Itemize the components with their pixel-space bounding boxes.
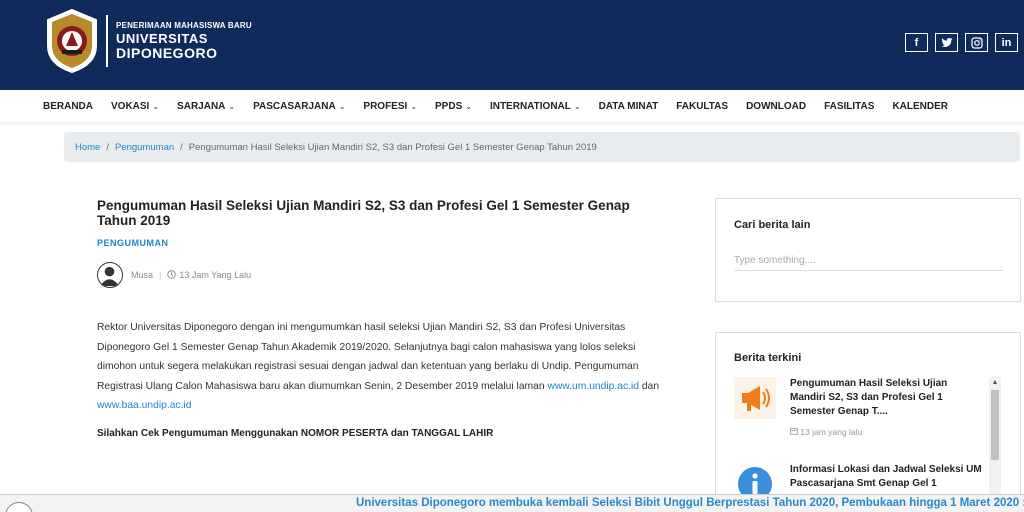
recent-news-item-time: 13 jam yang lalu (790, 427, 984, 437)
undip-seal-icon (47, 8, 97, 74)
article-body: Rektor Universitas Diponegoro dengan ini… (97, 318, 665, 416)
logo-divider (106, 15, 108, 67)
recent-news-item[interactable]: Pengumuman Hasil Seleksi Ujian Mandiri S… (734, 377, 984, 437)
nav-item-label: FAKULTAS (676, 100, 729, 112)
scroll-thumb[interactable] (991, 390, 999, 460)
baa-undip-link[interactable]: www.baa.undip.ac.id (97, 400, 191, 411)
twitter-icon[interactable] (935, 33, 958, 52)
nav-item-data-minat[interactable]: DATA MINAT (599, 101, 659, 112)
recent-news-title: Berita terkini (734, 352, 802, 364)
nav-item-beranda[interactable]: BERANDA (43, 101, 93, 112)
chevron-down-icon: ⌄ (410, 101, 418, 111)
um-undip-link[interactable]: www.um.undip.ac.id (547, 381, 639, 392)
meta-divider: | (159, 270, 162, 280)
nav-item-label: BERANDA (43, 100, 93, 112)
breadcrumb-separator: / (106, 141, 109, 153)
article-meta: Musa | 13 Jam Yang Lalu (97, 262, 667, 288)
chevron-down-icon: ⌄ (228, 101, 236, 111)
user-icon (99, 266, 120, 286)
breadcrumb-home-link[interactable]: Home (75, 142, 100, 153)
nav-item-fakultas[interactable]: FAKULTAS (676, 101, 728, 112)
nav-item-label: KALENDER (892, 100, 948, 112)
site-logo[interactable]: PENERIMAAN MAHASISWA BARU UNIVERSITAS DI… (44, 8, 252, 74)
nav-item-profesi[interactable]: PROFESI ⌄ (363, 101, 417, 112)
article-title: Pengumuman Hasil Seleksi Ujian Mandiri S… (97, 198, 630, 228)
article-category-link[interactable]: PENGUMUMAN (97, 238, 667, 248)
chevron-down-icon: ⌄ (573, 101, 581, 111)
nav-item-label: DOWNLOAD (746, 100, 807, 112)
recent-news-widget: Berita terkini Pengumuman Hasil Seleksi … (715, 332, 1021, 512)
check-instruction: Silahkan Cek Pengumuman Menggunakan NOMO… (97, 427, 494, 439)
nav-item-label: DATA MINAT (598, 100, 659, 112)
search-widget: Cari berita lain (715, 198, 1021, 302)
article-time: 13 Jam Yang Lalu (179, 270, 252, 280)
logo-line-3: DIPONEGORO (116, 45, 218, 61)
chevron-down-icon: ⌄ (152, 101, 160, 111)
ticker-logo-icon (5, 502, 33, 512)
instagram-icon[interactable] (965, 33, 988, 52)
search-input[interactable] (734, 251, 1004, 271)
search-widget-title: Cari berita lain (734, 219, 811, 231)
breadcrumb-separator: / (180, 141, 183, 153)
article-body-and: dan (639, 380, 660, 392)
author-avatar (97, 262, 123, 288)
logo-line-1: PENERIMAAN MAHASISWA BARU (116, 21, 252, 30)
nav-item-sarjana[interactable]: SARJANA ⌄ (177, 101, 235, 112)
chevron-down-icon: ⌄ (465, 101, 472, 111)
nav-item-ppds[interactable]: PPDS ⌄ (435, 101, 472, 112)
nav-item-label: INTERNATIONAL (489, 100, 571, 112)
nav-item-pascasarjana[interactable]: PASCASARJANA ⌄ (253, 101, 345, 112)
megaphone-icon (734, 377, 776, 419)
linkedin-icon[interactable]: in (995, 33, 1018, 52)
article: Pengumuman Hasil Seleksi Ujian Mandiri S… (97, 198, 667, 439)
nav-item-label: PROFESI (363, 100, 408, 112)
nav-item-fasilitas[interactable]: FASILITAS (824, 101, 874, 112)
recent-news-item-time-text: 13 jam yang lalu (800, 427, 863, 437)
chevron-down-icon: ⌄ (338, 101, 346, 111)
social-links: f in (905, 33, 1018, 52)
calendar-icon (790, 427, 798, 435)
main-nav: BERANDA VOKASI ⌄ SARJANA ⌄ PASCASARJANA ⌄ PROFE… (0, 90, 1024, 122)
nav-item-international[interactable]: INTERNATIONAL ⌄ (490, 101, 581, 112)
recent-news-item-title: Pengumuman Hasil Seleksi Ujian Mandiri S… (790, 378, 948, 417)
recent-news-scrollbar[interactable]: ▲ (989, 377, 1001, 512)
recent-news-item-title: Informasi Lokasi dan Jadwal Seleksi UM P… (790, 464, 982, 489)
breadcrumb-section-link[interactable]: Pengumuman (115, 142, 174, 153)
nav-item-label: PPDS (435, 100, 463, 112)
nav-item-label: SARJANA (177, 100, 226, 112)
logo-line-2: UNIVERSITAS (116, 31, 208, 46)
scroll-up-arrow-icon[interactable]: ▲ (989, 377, 1001, 389)
author-name: Musa (131, 270, 154, 280)
clock-icon (167, 269, 177, 281)
nav-item-download[interactable]: DOWNLOAD (746, 101, 806, 112)
nav-item-kalender[interactable]: KALENDER (892, 101, 948, 112)
nav-item-label: PASCASARJANA (253, 100, 336, 112)
facebook-icon[interactable]: f (905, 33, 928, 52)
nav-item-label: VOKASI (111, 100, 150, 112)
news-ticker: Universitas Diponegoro membuka kembali S… (0, 494, 1024, 512)
ticker-text[interactable]: Universitas Diponegoro membuka kembali S… (356, 497, 1024, 509)
breadcrumb: Home / Pengumuman / Pengumuman Hasil Sel… (64, 132, 1020, 162)
nav-item-label: FASILITAS (824, 100, 875, 112)
breadcrumb-current: Pengumuman Hasil Seleksi Ujian Mandiri S… (188, 141, 597, 153)
logo-text: PENERIMAAN MAHASISWA BARU UNIVERSITAS DI… (116, 21, 252, 61)
site-header: PENERIMAAN MAHASISWA BARU UNIVERSITAS DI… (0, 0, 1024, 90)
nav-item-vokasi[interactable]: VOKASI ⌄ (111, 101, 159, 112)
